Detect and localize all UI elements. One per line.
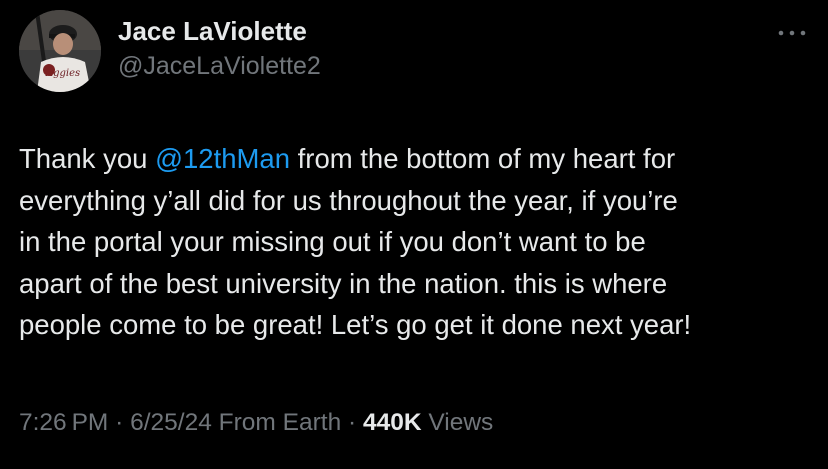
avatar[interactable]: Aggies <box>19 10 101 92</box>
mention-link[interactable]: @12thMan <box>155 143 290 174</box>
tweet-text-segment: from the bottom of my heart for <box>290 143 676 174</box>
author-display-name[interactable]: Jace LaViolette <box>118 15 307 47</box>
meta-separator: · <box>108 409 131 436</box>
more-horizontal-icon <box>778 30 806 36</box>
tweet-line: in the portal your missing out if you do… <box>19 226 646 257</box>
tweet-time[interactable]: 7:26 PM <box>19 409 108 436</box>
tweet-source: From Earth <box>211 409 342 436</box>
tweet-text-segment: Thank you <box>19 143 156 174</box>
more-options-button[interactable] <box>772 18 812 48</box>
author-handle[interactable]: @JaceLaViolette2 <box>118 50 321 82</box>
views-count[interactable]: 440K <box>363 409 422 436</box>
tweet-meta: 7:26 PM · 6/25/24 From Earth · 440K View… <box>19 403 493 443</box>
meta-separator: · <box>341 409 363 436</box>
tweet-date[interactable]: 6/25/24 <box>130 409 212 436</box>
avatar-photo: Aggies <box>19 10 101 92</box>
tweet-text: Thank you @12thMan from the bottom of my… <box>19 138 819 346</box>
tweet-card: Aggies Jace LaViolette @JaceLaViolette2 … <box>0 0 828 469</box>
tweet-line: apart of the best university in the nati… <box>19 267 668 299</box>
tweet-line: everything y’all did for us throughout t… <box>19 184 678 216</box>
tweet-line: Thank you @12thMan from the bottom of my… <box>19 138 819 180</box>
views-label[interactable]: Views <box>422 409 493 436</box>
tweet-line: people come to be great! Let’s go get it… <box>19 309 692 340</box>
